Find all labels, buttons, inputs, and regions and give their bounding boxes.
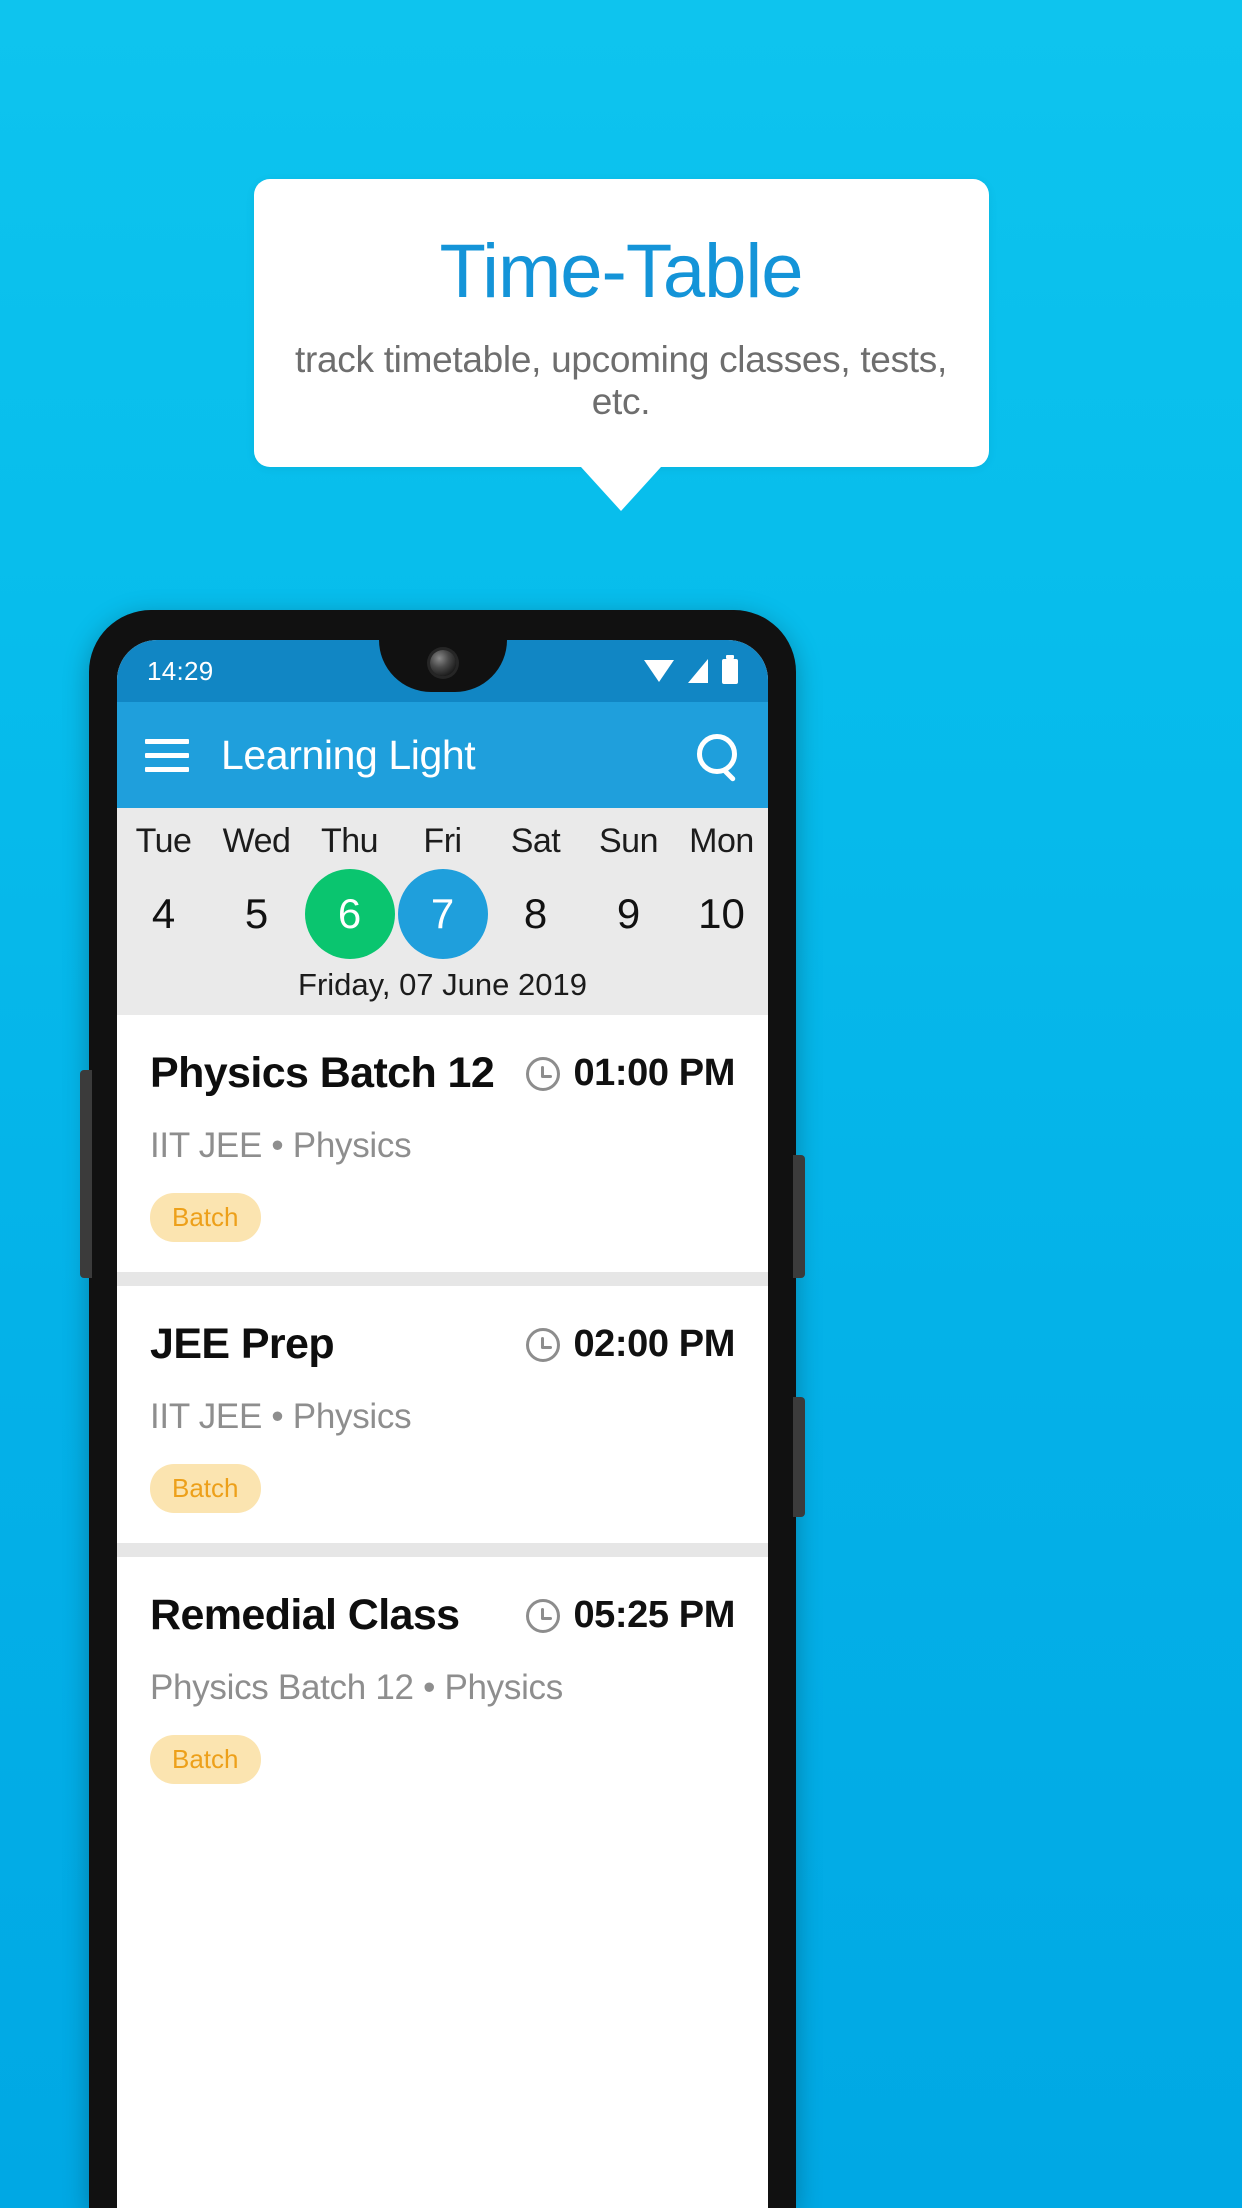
class-card-header: Remedial Class 05:25 PM [150, 1591, 735, 1640]
class-time: 01:00 PM [573, 1052, 735, 1094]
promo-bubble-tail [581, 467, 661, 512]
date-cell-sat[interactable]: Sat 8 [489, 822, 582, 963]
class-time-group: 01:00 PM [526, 1052, 735, 1095]
front-camera-icon [429, 650, 456, 676]
side-button[interactable] [793, 1397, 805, 1517]
date-cell-wed[interactable]: Wed 5 [210, 822, 303, 963]
class-title: Physics Batch 12 [150, 1049, 495, 1097]
date-row: Tue 4 Wed 5 Thu 6 Fri 7 Sat 8 Sun 9 Mon 10 [117, 822, 768, 963]
class-title: JEE Prep [150, 1320, 335, 1368]
promo-card: Time-Table track timetable, upcoming cla… [253, 179, 989, 468]
date-number[interactable]: 5 [212, 869, 302, 959]
date-day-of-week: Mon [689, 822, 754, 860]
app-bar: Learning Light [117, 702, 768, 808]
date-number[interactable]: 10 [677, 869, 767, 959]
class-title: Remedial Class [150, 1591, 460, 1639]
date-day-of-week: Sun [599, 822, 659, 860]
date-number-wrap: 10 [675, 865, 768, 963]
class-badge-row: Batch [150, 1193, 735, 1242]
date-number[interactable]: 4 [119, 869, 209, 959]
date-number-wrap: 8 [489, 865, 582, 963]
status-bar: 14:29 [117, 640, 768, 702]
class-subtitle: IIT JEE • Physics [150, 1126, 412, 1165]
class-time: 02:00 PM [573, 1323, 735, 1365]
date-cell-tue[interactable]: Tue 4 [117, 822, 210, 963]
status-badge: Batch [150, 1735, 261, 1784]
class-card[interactable]: JEE Prep 02:00 PM IIT JEE • Physics Batch [117, 1286, 768, 1543]
date-day-of-week: Wed [222, 822, 291, 860]
signal-icon [688, 659, 708, 683]
search-icon[interactable] [694, 732, 740, 778]
selected-date-label: Friday, 07 June 2019 [298, 967, 587, 1002]
notch [378, 640, 507, 692]
phone-mockup: 14:29 Learning Light Tue 4 Wed 5 Thu 6 Fri 7 Sat… [80, 610, 805, 2208]
date-number[interactable]: 8 [491, 869, 581, 959]
class-time-group: 02:00 PM [526, 1323, 735, 1366]
status-badge: Batch [150, 1193, 261, 1242]
class-subtitle: Physics Batch 12 • Physics [150, 1668, 563, 1707]
clock-icon [526, 1598, 561, 1633]
date-cell-fri[interactable]: Fri 7 [396, 822, 489, 963]
battery-icon [722, 654, 738, 684]
status-icons [644, 654, 738, 684]
date-number-wrap: 4 [117, 865, 210, 963]
class-time-group: 05:25 PM [526, 1594, 735, 1637]
date-strip: Tue 4 Wed 5 Thu 6 Fri 7 Sat 8 Sun 9 Mon 10 Friday, 07… [117, 808, 768, 1015]
app-title: Learning Light [221, 731, 476, 778]
date-number-today[interactable]: 6 [304, 869, 395, 959]
promo-banner: Time-Table track timetable, upcoming cla… [0, 179, 1242, 512]
class-card-header: Physics Batch 12 01:00 PM [150, 1049, 735, 1098]
class-card-header: JEE Prep 02:00 PM [150, 1320, 735, 1369]
class-card[interactable]: Physics Batch 12 01:00 PM IIT JEE • Physic… [117, 1015, 768, 1272]
class-badge-row: Batch [150, 1735, 735, 1784]
phone-screen: 14:29 Learning Light Tue 4 Wed 5 Thu 6 Fri 7 Sat… [117, 640, 768, 2208]
date-day-of-week: Fri [423, 822, 462, 860]
class-time: 05:25 PM [573, 1594, 735, 1636]
date-day-of-week: Thu [320, 822, 379, 860]
class-card[interactable]: Remedial Class 05:25 PM Physics Batch 12 •… [117, 1557, 768, 1814]
power-button[interactable] [793, 1155, 805, 1278]
date-number-wrap: 5 [210, 865, 303, 963]
date-number-wrap: 7 [396, 865, 489, 963]
date-number-wrap: 9 [582, 865, 675, 963]
date-day-of-week: Sat [510, 822, 561, 860]
class-badge-row: Batch [150, 1464, 735, 1513]
clock-icon [526, 1056, 561, 1091]
promo-title: Time-Table [439, 229, 803, 314]
date-number[interactable]: 9 [584, 869, 674, 959]
volume-button[interactable] [80, 1070, 92, 1278]
wifi-icon [644, 660, 674, 682]
status-time: 14:29 [147, 655, 214, 686]
date-cell-thu[interactable]: Thu 6 [303, 822, 396, 963]
promo-subtitle: track timetable, upcoming classes, tests… [295, 339, 947, 423]
class-subtitle: IIT JEE • Physics [150, 1397, 412, 1436]
hamburger-menu-icon[interactable] [145, 738, 189, 772]
date-number-selected[interactable]: 7 [397, 869, 488, 959]
clock-icon [526, 1327, 561, 1362]
status-badge: Batch [150, 1464, 261, 1513]
date-day-of-week: Tue [135, 822, 192, 860]
date-number-wrap: 6 [303, 865, 396, 963]
date-cell-sun[interactable]: Sun 9 [582, 822, 675, 963]
class-list: Physics Batch 12 01:00 PM IIT JEE • Physic… [117, 1015, 768, 1814]
date-cell-mon[interactable]: Mon 10 [675, 822, 768, 963]
